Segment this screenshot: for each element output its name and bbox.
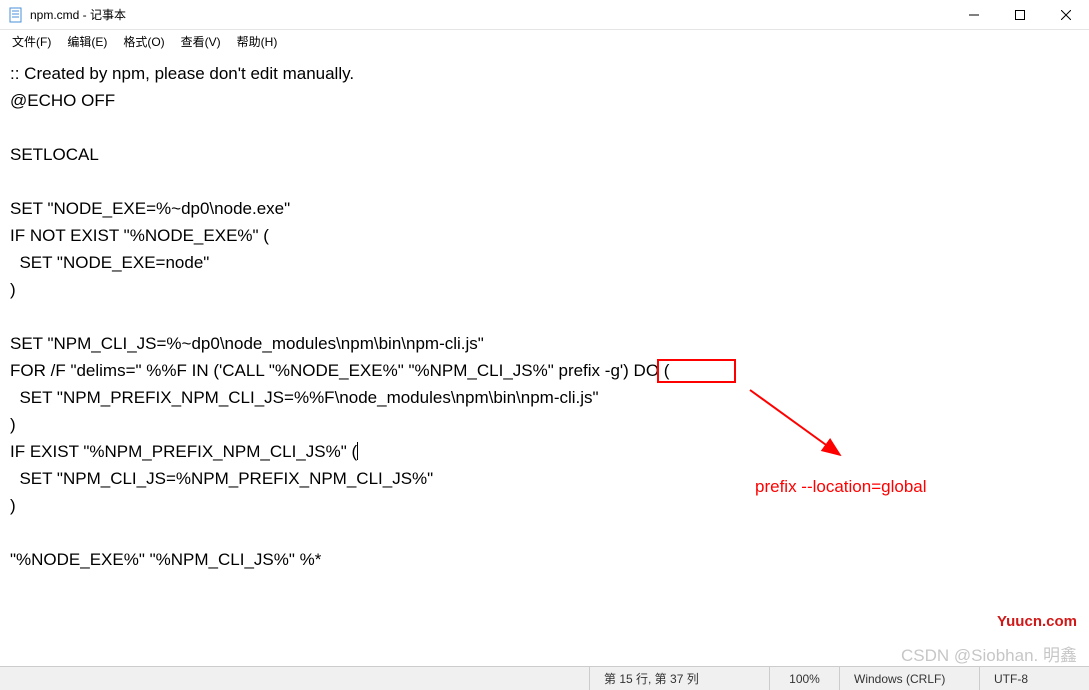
- menu-view[interactable]: 查看(V): [175, 31, 227, 52]
- menu-help[interactable]: 帮助(H): [231, 31, 284, 52]
- code-line: ): [10, 496, 16, 515]
- code-line: ): [10, 280, 16, 299]
- watermark-yuucn: Yuucn.com: [997, 613, 1077, 630]
- annotation-text: prefix --location=global: [755, 477, 927, 497]
- code-line: ') DO (: [620, 361, 670, 380]
- menu-edit[interactable]: 编辑(E): [61, 31, 113, 52]
- code-line: SET "NPM_CLI_JS=%NPM_PREFIX_NPM_CLI_JS%": [10, 469, 433, 488]
- window-controls: [951, 0, 1089, 29]
- code-line: @ECHO OFF: [10, 91, 115, 110]
- minimize-icon: [969, 10, 979, 20]
- code-line: SET "NODE_EXE=node": [10, 253, 209, 272]
- code-line: :: Created by npm, please don't edit man…: [10, 64, 354, 83]
- code-line: SETLOCAL: [10, 145, 99, 164]
- minimize-button[interactable]: [951, 0, 997, 30]
- status-bar: 第 15 行, 第 37 列 100% Windows (CRLF) UTF-8: [0, 666, 1089, 690]
- text-caret: [357, 442, 358, 460]
- status-position[interactable]: 第 15 行, 第 37 列: [589, 667, 769, 690]
- status-charset[interactable]: UTF-8: [979, 667, 1089, 690]
- window-title: npm.cmd - 记事本: [30, 6, 126, 23]
- code-line: "%NODE_EXE%" "%NPM_CLI_JS%" %*: [10, 550, 321, 569]
- close-button[interactable]: [1043, 0, 1089, 30]
- code-line: SET "NPM_PREFIX_NPM_CLI_JS=%%F\node_modu…: [10, 388, 599, 407]
- code-line: IF NOT EXIST "%NODE_EXE%" (: [10, 226, 269, 245]
- title-bar: npm.cmd - 记事本: [0, 0, 1089, 30]
- notepad-icon: [8, 7, 24, 23]
- watermark-csdn: CSDN @Siobhan. 明鑫: [901, 641, 1077, 666]
- editor-area[interactable]: :: Created by npm, please don't edit man…: [0, 52, 1089, 666]
- code-line: SET "NODE_EXE=%~dp0\node.exe": [10, 199, 290, 218]
- status-zoom[interactable]: 100%: [769, 667, 839, 690]
- highlighted-text: prefix -g: [558, 361, 619, 380]
- maximize-icon: [1015, 10, 1025, 20]
- menu-bar: 文件(F) 编辑(E) 格式(O) 查看(V) 帮助(H): [0, 30, 1089, 52]
- close-icon: [1061, 10, 1071, 20]
- title-bar-left: npm.cmd - 记事本: [0, 6, 126, 23]
- maximize-button[interactable]: [997, 0, 1043, 30]
- code-line: FOR /F "delims=" %%F IN ('CALL "%NODE_EX…: [10, 361, 558, 380]
- menu-file[interactable]: 文件(F): [6, 31, 57, 52]
- menu-format[interactable]: 格式(O): [117, 31, 170, 52]
- code-line: IF EXIST "%NPM_PREFIX_NPM_CLI_JS%" (: [10, 442, 357, 461]
- code-line: ): [10, 415, 16, 434]
- status-encoding[interactable]: Windows (CRLF): [839, 667, 979, 690]
- code-line: SET "NPM_CLI_JS=%~dp0\node_modules\npm\b…: [10, 334, 484, 353]
